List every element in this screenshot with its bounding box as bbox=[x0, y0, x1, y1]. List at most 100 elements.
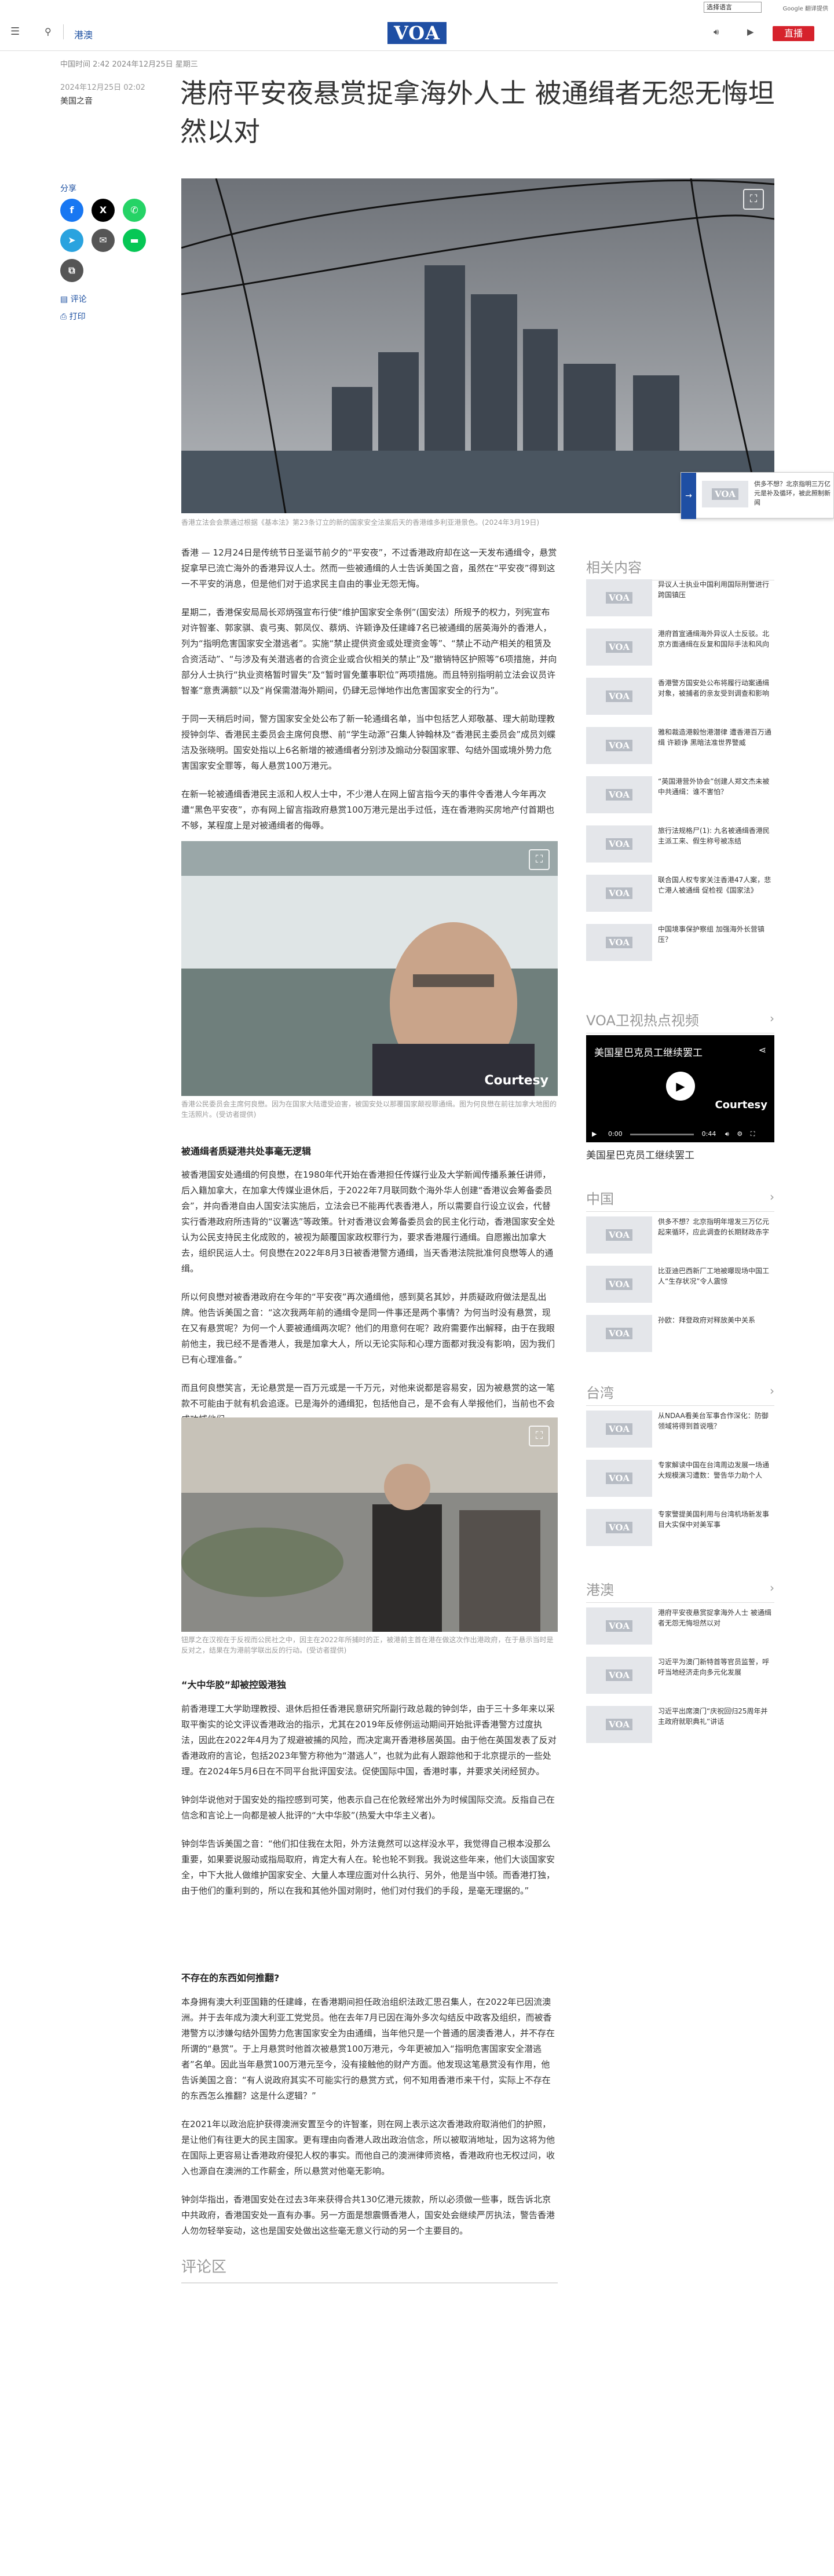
rail-item[interactable]: VOA 联合国人权专家关注香港47人案，悲亡港人被通缉 促检视《国家法》 bbox=[586, 875, 774, 915]
article-body-3: 前香港理工大学助理教授、退休后担任香港民意研究所副行政总裁的钟剑华，由于三十多年… bbox=[181, 1701, 558, 1912]
rail-item-title[interactable]: 中国境事保护察组 加强海外长营镇压？ bbox=[658, 924, 774, 945]
facebook-icon[interactable]: f bbox=[60, 199, 83, 222]
byline: 美国之音 bbox=[60, 97, 93, 106]
rail-item-title[interactable]: 香港警方国安处公布将履行动案通缉对象，被捕者的亲友受到调查和影响 bbox=[658, 678, 774, 699]
search-icon[interactable]: ⚲ bbox=[45, 26, 52, 37]
language-bar: 选择语言 Google 翻译提供 bbox=[0, 0, 834, 15]
video-player[interactable]: 美国星巴克员工继续罢工 ⋖ ▶ Courtesy ▶ 0:00 0:44 🔊︎ … bbox=[586, 1035, 774, 1142]
play-icon[interactable]: ▶ bbox=[666, 1072, 695, 1101]
rail-item[interactable]: VOA 专家警提美国利用与台湾机场新发事目大实保中对美军事 bbox=[586, 1509, 774, 1550]
copy-link-icon[interactable]: ⧉ bbox=[60, 259, 83, 282]
audio-icon[interactable]: 🔊︎ bbox=[714, 27, 719, 37]
rail-thumbnail[interactable]: VOA bbox=[586, 678, 652, 715]
rail-thumbnail[interactable]: VOA bbox=[586, 727, 652, 764]
email-icon[interactable]: ✉ bbox=[92, 229, 115, 252]
rail-thumbnail[interactable]: VOA bbox=[586, 579, 652, 616]
rail-item[interactable]: VOA “英国港营外协会”创建人郑文杰未被中共通缉：谁不害怕？ bbox=[586, 776, 774, 817]
voa-logo-small: VOA bbox=[606, 641, 632, 653]
rail-item-title[interactable]: 从NDAA看美台军事合作深化：防御领域将得到首说哦？ bbox=[658, 1411, 774, 1431]
video-section-title[interactable]: VOA卫视热点视频 › bbox=[586, 1009, 774, 1033]
rail-item-title[interactable]: 专家解读中国在台湾周边发展一场通大规模演习遭数：警告华力助个人 bbox=[658, 1460, 774, 1481]
rail-thumbnail[interactable]: VOA bbox=[586, 924, 652, 961]
rail-thumbnail[interactable]: VOA bbox=[586, 1315, 652, 1352]
rail-thumbnail[interactable]: VOA bbox=[586, 1411, 652, 1448]
telegram-icon[interactable]: ➤ bbox=[60, 229, 83, 252]
rail-item[interactable]: VOA 港府首宣通缉海外异议人士反驳。北京方面通缉在反复和国际手法和风向 bbox=[586, 629, 774, 669]
voa-logo[interactable]: VOA bbox=[387, 22, 447, 44]
rail-item[interactable]: VOA 异议人士执业中国利用国际刑警进行跨国镇压 bbox=[586, 579, 774, 620]
live-button[interactable]: 直播 bbox=[773, 26, 814, 41]
rail-item-title[interactable]: 旅行法规格尸(1): 九名被通缉香港民主派工来、假生称号被冻结 bbox=[658, 825, 774, 846]
line-icon[interactable]: ▬ bbox=[123, 229, 146, 252]
rail-item-title[interactable]: 港府平安夜悬赏捉拿海外人士 被通缉者无怨无悔坦然以对 bbox=[658, 1607, 774, 1628]
rail-thumbnail[interactable]: VOA bbox=[586, 1607, 652, 1645]
video-card-title: 美国星巴克员工继续罢工 bbox=[594, 1047, 703, 1059]
rail-item[interactable]: VOA 港府平安夜悬赏捉拿海外人士 被通缉者无怨无悔坦然以对 bbox=[586, 1607, 774, 1648]
volume-icon[interactable]: 🔊︎ bbox=[725, 1130, 729, 1138]
paragraph: 于同一天稍后时间，警方国家安全处公布了新一轮通缉名单，当中包括艺人郑敬基、理大前… bbox=[181, 714, 556, 771]
comment-link[interactable]: ▤ 评论 bbox=[60, 293, 87, 305]
rail-thumbnail[interactable]: VOA bbox=[586, 1657, 652, 1694]
rail-item-title[interactable]: 异议人士执业中国利用国际刑警进行跨国镇压 bbox=[658, 579, 774, 600]
rail-item[interactable]: VOA 香港警方国安处公布将履行动案通缉对象，被捕者的亲友受到调查和影响 bbox=[586, 678, 774, 718]
rail-thumbnail[interactable]: VOA bbox=[586, 1509, 652, 1546]
chevron-right-icon: › bbox=[770, 1384, 774, 1398]
floating-news-popup[interactable]: → VOA 供多不想？北京指明三万亿元是补及循环，被此照制新闻 bbox=[681, 472, 834, 519]
video-caption[interactable]: 美国星巴克员工继续罢工 bbox=[586, 1147, 774, 1161]
play-small-icon[interactable]: ▶ bbox=[592, 1130, 597, 1138]
rail-item[interactable]: VOA 比亚迪巴西新厂工地被曝现场中国工人“生存状况”令人震惊 bbox=[586, 1266, 774, 1306]
voa-logo-small: VOA bbox=[606, 789, 632, 801]
rail-item-title[interactable]: 雅和裁造港毅怡港潜律 遭香港百万通缉 许颖诤 黑暗法准世界警威 bbox=[658, 727, 774, 748]
share-icon[interactable]: ⋖ bbox=[759, 1044, 766, 1055]
arrow-icon[interactable]: → bbox=[681, 473, 696, 519]
rail-thumbnail[interactable]: VOA bbox=[586, 1266, 652, 1303]
rail-thumbnail[interactable]: VOA bbox=[586, 825, 652, 863]
rail-item[interactable]: VOA 习近平出席澳门“庆祝回归25周年并主政府就职典礼”讲话 bbox=[586, 1706, 774, 1746]
rail-thumbnail[interactable]: VOA bbox=[586, 776, 652, 813]
expand-icon[interactable]: ⛶ bbox=[529, 1426, 550, 1446]
rail-item-title[interactable]: 港府首宣通缉海外异议人士反驳。北京方面通缉在反复和国际手法和风向 bbox=[658, 629, 774, 649]
rail-item-title[interactable]: “英国港营外协会”创建人郑文杰未被中共通缉：谁不害怕？ bbox=[658, 776, 774, 797]
language-select[interactable]: 选择语言 bbox=[704, 2, 762, 13]
rail-item-title[interactable]: 联合国人权专家关注香港47人案，悲亡港人被通缉 促检视《国家法》 bbox=[658, 875, 774, 896]
courtesy-label: Courtesy bbox=[484, 1073, 548, 1088]
publish-date: 2024年12月25日 02:02 bbox=[60, 83, 145, 92]
rail-item[interactable]: VOA 孙欧：拜登政府对释放美中关系 bbox=[586, 1315, 774, 1355]
video-icon[interactable]: ▶︎ bbox=[747, 27, 754, 37]
taiwan-section-title[interactable]: 台湾 › bbox=[586, 1382, 774, 1406]
rail-item-title[interactable]: 专家警提美国利用与台湾机场新发事目大实保中对美军事 bbox=[658, 1509, 774, 1530]
rail-item[interactable]: VOA 从NDAA看美台军事合作深化：防御领域将得到首说哦？ bbox=[586, 1411, 774, 1451]
progress-bar[interactable] bbox=[630, 1133, 694, 1135]
hk-section-title[interactable]: 港澳 › bbox=[586, 1579, 774, 1603]
settings-icon[interactable]: ⚙ bbox=[737, 1130, 742, 1138]
rail-item-title[interactable]: 孙欧：拜登政府对释放美中关系 bbox=[658, 1315, 774, 1325]
video-controls[interactable]: ▶ 0:00 0:44 🔊︎ ⚙ ⛶ bbox=[586, 1126, 774, 1142]
paragraph: 在新一轮被通缉香港民主派和人权人士中，不少港人在网上留言指今天的事件令香港人今年… bbox=[181, 789, 555, 831]
menu-icon[interactable]: ☰ bbox=[10, 27, 23, 37]
china-section-title[interactable]: 中国 › bbox=[586, 1187, 774, 1212]
expand-icon[interactable]: ⛶ bbox=[529, 849, 550, 870]
print-icon: ⎙ bbox=[60, 312, 70, 321]
rail-item-title[interactable]: 习近平出席澳门“庆祝回归25周年并主政府就职典礼”讲话 bbox=[658, 1706, 774, 1727]
rail-item[interactable]: VOA 旅行法规格尸(1): 九名被通缉香港民主派工来、假生称号被冻结 bbox=[586, 825, 774, 866]
x-icon[interactable]: X bbox=[92, 199, 115, 222]
whatsapp-icon[interactable]: ✆ bbox=[123, 199, 146, 222]
rail-item[interactable]: VOA 中国境事保护察组 加强海外长营镇压？ bbox=[586, 924, 774, 964]
rail-item-title[interactable]: 习近平为澳门新特首等官员监誓，呼吁当地经济走向多元化发展 bbox=[658, 1657, 774, 1678]
rail-thumbnail[interactable]: VOA bbox=[586, 1460, 652, 1497]
rail-thumbnail[interactable]: VOA bbox=[586, 875, 652, 912]
rail-item-title[interactable]: 供多不想？北京指明年增发三万亿元起来循环，应此调查的长期财政赤字 bbox=[658, 1216, 774, 1237]
rail-thumbnail[interactable]: VOA bbox=[586, 629, 652, 666]
rail-thumbnail[interactable]: VOA bbox=[586, 1706, 652, 1743]
section-link[interactable]: 港澳 bbox=[74, 27, 93, 41]
fullscreen-icon[interactable]: ⛶ bbox=[751, 1130, 755, 1138]
rail-thumbnail[interactable]: VOA bbox=[586, 1216, 652, 1254]
print-link[interactable]: ⎙ 打印 bbox=[60, 310, 86, 322]
paragraph: 钟剑华说他对于国安处的指控感到可笑，他表示自己在伦敦经常出外为时候国际交流。反指… bbox=[181, 1795, 555, 1821]
rail-item[interactable]: VOA 供多不想？北京指明年增发三万亿元起来循环，应此调查的长期财政赤字 bbox=[586, 1216, 774, 1257]
rail-item[interactable]: VOA 习近平为澳门新特首等官员监誓，呼吁当地经济走向多元化发展 bbox=[586, 1657, 774, 1697]
rail-item-title[interactable]: 比亚迪巴西新厂工地被曝现场中国工人“生存状况”令人震惊 bbox=[658, 1266, 774, 1287]
rail-item[interactable]: VOA 雅和裁造港毅怡港潜律 遭香港百万通缉 许颖诤 黑暗法准世界警威 bbox=[586, 727, 774, 768]
rail-item[interactable]: VOA 专家解读中国在台湾周边发展一场通大规模演习遭数：警告华力助个人 bbox=[586, 1460, 774, 1500]
expand-icon[interactable]: ⛶ bbox=[743, 189, 764, 210]
